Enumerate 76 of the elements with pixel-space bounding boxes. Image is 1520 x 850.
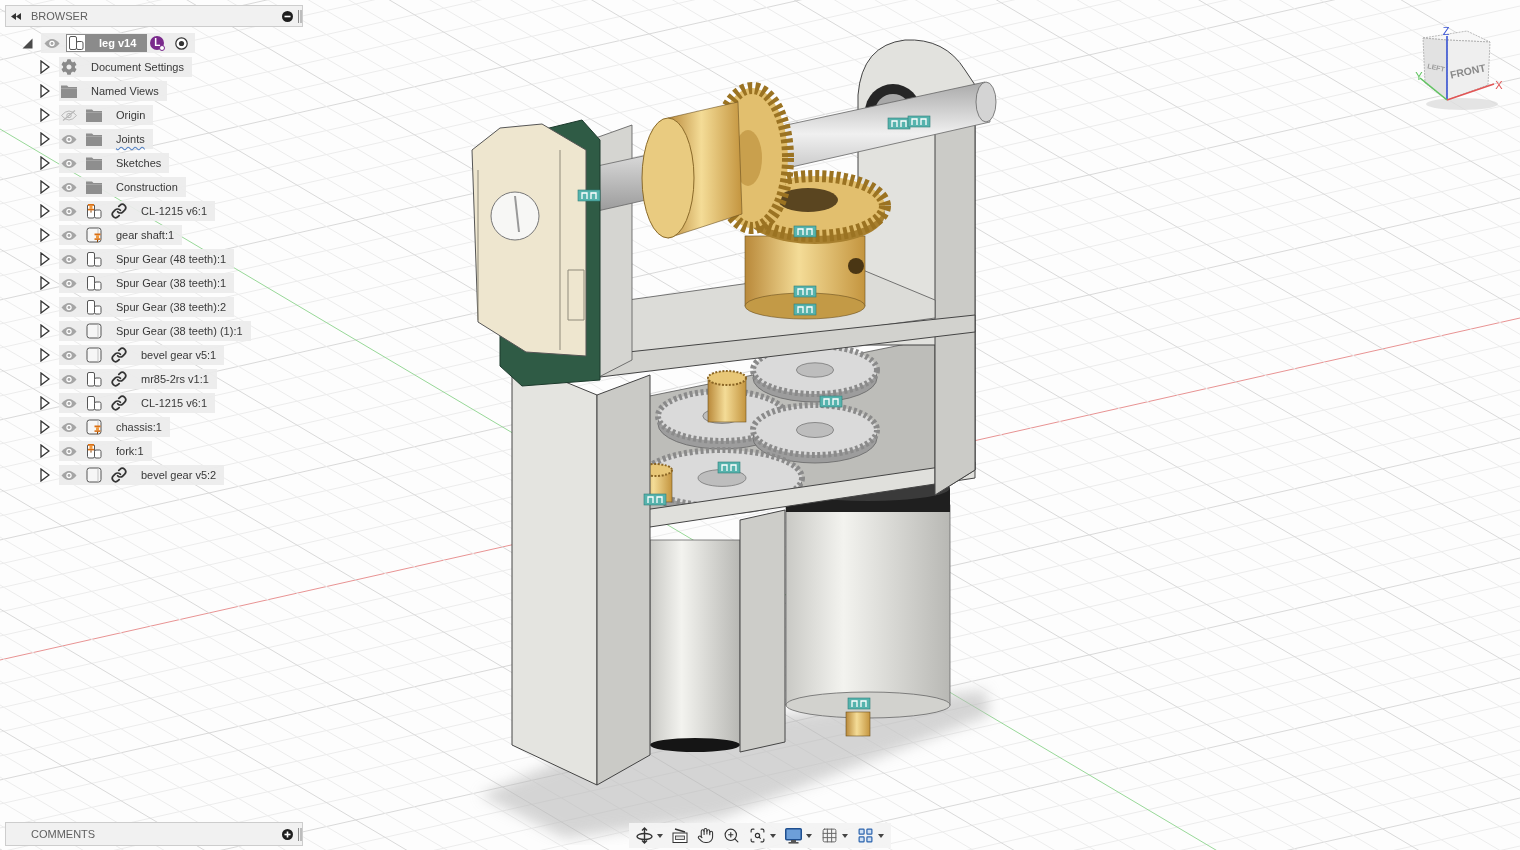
browser-item[interactable]: mr85-2rs v1:1: [59, 369, 217, 389]
folder-icon: [86, 180, 102, 194]
expand-triangle-icon[interactable]: [40, 204, 50, 218]
panes-icon: [857, 827, 874, 844]
expand-triangle-icon[interactable]: [40, 84, 50, 98]
tray-icon: [672, 828, 688, 843]
browser-item[interactable]: bevel gear v5:1: [59, 345, 225, 365]
folder-icon: [86, 132, 102, 146]
gear-icon: [61, 59, 77, 75]
component-icon: [86, 275, 102, 291]
axis-label: Z: [1442, 25, 1450, 37]
expand-triangle-icon[interactable]: [22, 37, 33, 49]
browser-item[interactable]: Spur Gear (38 teeth):1: [59, 273, 235, 293]
browser-item[interactable]: Named Views: [59, 81, 167, 101]
expand-triangle-icon[interactable]: [40, 108, 50, 122]
expand-triangle-icon[interactable]: [40, 468, 50, 482]
expand-triangle-icon[interactable]: [40, 228, 50, 242]
browser-item[interactable]: Spur Gear (38 teeth) (1):1: [59, 321, 251, 341]
body-icon: [86, 347, 102, 363]
monitor-icon: [785, 827, 802, 844]
orbit-icon: [636, 827, 653, 844]
expand-triangle-icon[interactable]: [40, 276, 50, 290]
expand-triangle-icon[interactable]: [40, 324, 50, 338]
zoom-frame-icon: [749, 827, 766, 844]
x-axis-line: [1446, 83, 1495, 101]
component-icon: [86, 395, 102, 411]
expand-triangle-icon[interactable]: [40, 132, 50, 146]
initial-badge: L: [150, 36, 165, 50]
expand-triangle-icon[interactable]: [40, 372, 50, 386]
component-icon: [67, 35, 85, 51]
target-icon[interactable]: [175, 36, 189, 50]
folder-icon: [86, 108, 102, 122]
browser-item[interactable]: Origin: [59, 105, 154, 125]
component-icon: [86, 299, 102, 315]
expand-triangle-icon[interactable]: [40, 420, 50, 434]
hand-icon: [697, 827, 714, 844]
expand-triangle-icon[interactable]: [40, 444, 50, 458]
body-icon: [86, 467, 102, 483]
browser-item[interactable]: Sketches: [59, 153, 170, 173]
z-axis-line: [1446, 35, 1448, 101]
browser-item[interactable]: gear shaft:1: [59, 225, 183, 245]
grip-icon[interactable]: [298, 827, 302, 841]
browser-item[interactable]: Spur Gear (48 teeth):1: [59, 249, 235, 269]
folder-icon: [86, 156, 102, 170]
axis-label: Y: [1415, 70, 1423, 82]
expand-triangle-icon[interactable]: [40, 396, 50, 410]
expand-triangle-icon[interactable]: [40, 156, 50, 170]
grid-icon: [821, 827, 838, 844]
browser-item[interactable]: CL-1215 v6:1: [59, 201, 216, 221]
panel-title: COMMENTS: [31, 828, 96, 840]
minus-circle-icon[interactable]: [282, 10, 293, 22]
expand-triangle-icon[interactable]: [40, 60, 50, 74]
zoom-in-icon: [723, 827, 740, 844]
browser-item[interactable]: Document Settings: [59, 57, 192, 77]
component-icon: [86, 371, 102, 387]
expand-triangle-icon[interactable]: [40, 252, 50, 266]
root-row[interactable]: leg v14 L: [41, 33, 196, 53]
grip-icon[interactable]: [298, 9, 302, 23]
browser-item[interactable]: chassis:1: [59, 417, 170, 437]
browser-item[interactable]: Construction: [59, 177, 186, 197]
axis-label: X: [1495, 79, 1503, 91]
browser-item[interactable]: bevel gear v5:2: [59, 465, 225, 485]
component-icon: [86, 251, 102, 267]
browser-item[interactable]: Joints: [59, 129, 153, 149]
folder-icon: [61, 84, 77, 98]
panel-title: BROWSER: [31, 10, 88, 22]
double-triangle-icon[interactable]: [11, 12, 21, 20]
body-icon: [86, 323, 102, 339]
browser-item[interactable]: CL-1215 v6:1: [59, 393, 216, 413]
expand-triangle-icon[interactable]: [40, 300, 50, 314]
browser-item[interactable]: fork:1: [59, 441, 152, 461]
expand-triangle-icon[interactable]: [40, 180, 50, 194]
plus-circle-icon[interactable]: [282, 828, 293, 840]
expand-triangle-icon[interactable]: [40, 348, 50, 362]
toolbar-button[interactable]: [636, 824, 663, 847]
browser-item[interactable]: Spur Gear (38 teeth):2: [59, 297, 235, 317]
